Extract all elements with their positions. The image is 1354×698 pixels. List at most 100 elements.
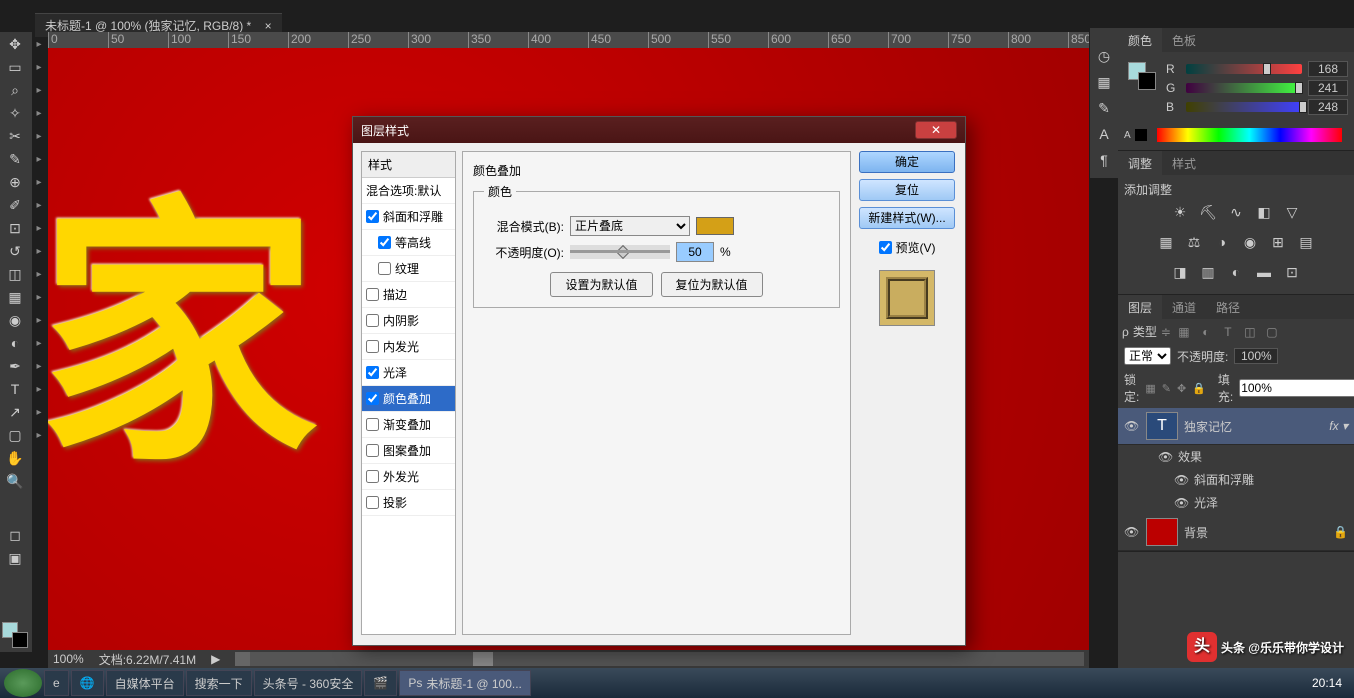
screenmode-icon[interactable]: ▣	[2, 547, 28, 569]
adj-invert-icon[interactable]: ◨	[1171, 264, 1189, 282]
style-item[interactable]: 外发光	[362, 464, 455, 490]
hand-tool-icon[interactable]: ✋	[2, 447, 28, 469]
taskbar-item[interactable]: 自媒体平台	[106, 670, 184, 696]
effect-name[interactable]: 斜面和浮雕	[1194, 471, 1254, 488]
visibility-icon[interactable]: 👁	[1174, 496, 1188, 510]
lock-all-icon[interactable]: 🔒	[1192, 382, 1206, 395]
style-item-checkbox[interactable]	[366, 210, 379, 223]
taskbar-item[interactable]: e	[44, 670, 69, 696]
filter-shape-icon[interactable]: ◫	[1241, 325, 1259, 339]
adj-gradient-icon[interactable]: ▬	[1255, 264, 1273, 282]
style-item-checkbox[interactable]	[366, 418, 379, 431]
adj-brightness-icon[interactable]: ☀	[1171, 204, 1189, 222]
style-item[interactable]: 投影	[362, 490, 455, 516]
char-panel-icon[interactable]: A	[1090, 126, 1118, 152]
visibility-icon[interactable]: 👁	[1124, 419, 1140, 433]
style-item[interactable]: 描边	[362, 282, 455, 308]
style-item[interactable]: 图案叠加	[362, 438, 455, 464]
style-item-checkbox[interactable]	[366, 496, 379, 509]
color-slider[interactable]	[1186, 102, 1302, 112]
dodge-tool-icon[interactable]: ◐	[2, 332, 28, 354]
reset-default-button[interactable]: 复位为默认值	[661, 272, 763, 297]
panel-color-switcher[interactable]	[1128, 62, 1156, 90]
info-arrow-icon[interactable]: ▶	[211, 652, 220, 666]
zoom-level[interactable]: 100%	[53, 652, 84, 666]
history-brush-tool-icon[interactable]: ↺	[2, 240, 28, 262]
zoom-tool-icon[interactable]: 🔍	[2, 470, 28, 492]
opacity-input[interactable]	[676, 242, 714, 262]
layer-item[interactable]: 👁 T 独家记忆 fx ▾	[1118, 408, 1354, 445]
filter-type-icon[interactable]: T	[1219, 325, 1237, 339]
style-item-checkbox[interactable]	[378, 262, 391, 275]
adj-levels-icon[interactable]: ⛏	[1199, 204, 1217, 222]
style-item[interactable]: 渐变叠加	[362, 412, 455, 438]
layer-name[interactable]: 背景	[1184, 524, 1327, 541]
style-item[interactable]: 纹理	[362, 256, 455, 282]
fx-badge[interactable]: fx ▾	[1329, 419, 1348, 433]
adj-threshold-icon[interactable]: ◐	[1227, 264, 1245, 282]
style-item-checkbox[interactable]	[366, 366, 379, 379]
eraser-tool-icon[interactable]: ◫	[2, 263, 28, 285]
horizontal-scrollbar[interactable]	[235, 652, 1084, 666]
para-panel-icon[interactable]: ¶	[1090, 152, 1118, 178]
layer-name[interactable]: 独家记忆	[1184, 418, 1323, 435]
preview-checkbox[interactable]	[879, 241, 892, 254]
lock-pixels-icon[interactable]: ▦	[1145, 382, 1155, 395]
tab-channels[interactable]: 通道	[1162, 295, 1206, 319]
brush-tool-icon[interactable]: ✐	[2, 194, 28, 216]
new-style-button[interactable]: 新建样式(W)...	[859, 207, 955, 229]
adj-lookup-icon[interactable]: ▤	[1297, 234, 1315, 252]
color-value-input[interactable]	[1308, 80, 1348, 96]
stamp-tool-icon[interactable]: ⊡	[2, 217, 28, 239]
layer-item[interactable]: 👁 背景 🔒	[1118, 514, 1354, 551]
style-item-checkbox[interactable]	[366, 288, 379, 301]
style-item[interactable]: 内阴影	[362, 308, 455, 334]
adj-select-icon[interactable]: ⊡	[1283, 264, 1301, 282]
dialog-titlebar[interactable]: 图层样式 ✕	[353, 117, 965, 143]
style-item-checkbox[interactable]	[366, 392, 379, 405]
tab-color[interactable]: 颜色	[1118, 28, 1162, 52]
set-default-button[interactable]: 设置为默认值	[550, 272, 652, 297]
visibility-icon[interactable]: 👁	[1158, 450, 1172, 464]
adj-hue-icon[interactable]: ▦	[1157, 234, 1175, 252]
history-panel-icon[interactable]: ◷	[1090, 48, 1118, 74]
style-item-checkbox[interactable]	[366, 470, 379, 483]
layer-thumbnail[interactable]	[1146, 518, 1178, 546]
layer-fill-input[interactable]	[1239, 379, 1354, 397]
effect-name[interactable]: 光泽	[1194, 494, 1218, 511]
style-item[interactable]: 光泽	[362, 360, 455, 386]
gradient-tool-icon[interactable]: ▦	[2, 286, 28, 308]
filter-adjust-icon[interactable]: ◐	[1197, 325, 1215, 339]
blend-mode-dropdown[interactable]: 正常	[1124, 347, 1171, 365]
brush-panel-icon[interactable]: ✎	[1090, 100, 1118, 126]
pen-tool-icon[interactable]: ✒	[2, 355, 28, 377]
opacity-slider[interactable]	[570, 245, 670, 259]
start-button[interactable]	[4, 669, 42, 697]
quickmask-icon[interactable]: ◻	[2, 524, 28, 546]
style-item[interactable]: 内发光	[362, 334, 455, 360]
style-item-checkbox[interactable]	[378, 236, 391, 249]
style-item[interactable]: 颜色叠加	[362, 386, 455, 412]
taskbar-item[interactable]: 头条号 - 360安全	[254, 670, 363, 696]
taskbar-item[interactable]: 🎬	[364, 670, 397, 696]
taskbar-item[interactable]: 🌐	[71, 670, 104, 696]
path-tool-icon[interactable]: ↗	[2, 401, 28, 423]
style-item-checkbox[interactable]	[366, 444, 379, 457]
color-slider[interactable]	[1186, 83, 1302, 93]
tab-swatches[interactable]: 色板	[1162, 28, 1206, 52]
spectrum-black-icon[interactable]	[1135, 129, 1147, 141]
blur-tool-icon[interactable]: ◉	[2, 309, 28, 331]
adj-curves-icon[interactable]: ∿	[1227, 204, 1245, 222]
styles-header[interactable]: 样式	[362, 152, 455, 178]
move-tool-icon[interactable]: ✥	[2, 33, 28, 55]
filter-pixel-icon[interactable]: ▦	[1175, 325, 1193, 339]
actions-panel-icon[interactable]: ▦	[1090, 74, 1118, 100]
style-item-checkbox[interactable]	[366, 314, 379, 327]
tab-styles[interactable]: 样式	[1162, 151, 1206, 175]
blend-mode-select[interactable]: 正片叠底	[570, 216, 690, 236]
adj-exposure-icon[interactable]: ◧	[1255, 204, 1273, 222]
adj-poster-icon[interactable]: ▥	[1199, 264, 1217, 282]
background-color-icon[interactable]	[12, 632, 28, 648]
layer-thumbnail[interactable]: T	[1146, 412, 1178, 440]
filter-smart-icon[interactable]: ▢	[1263, 325, 1281, 339]
